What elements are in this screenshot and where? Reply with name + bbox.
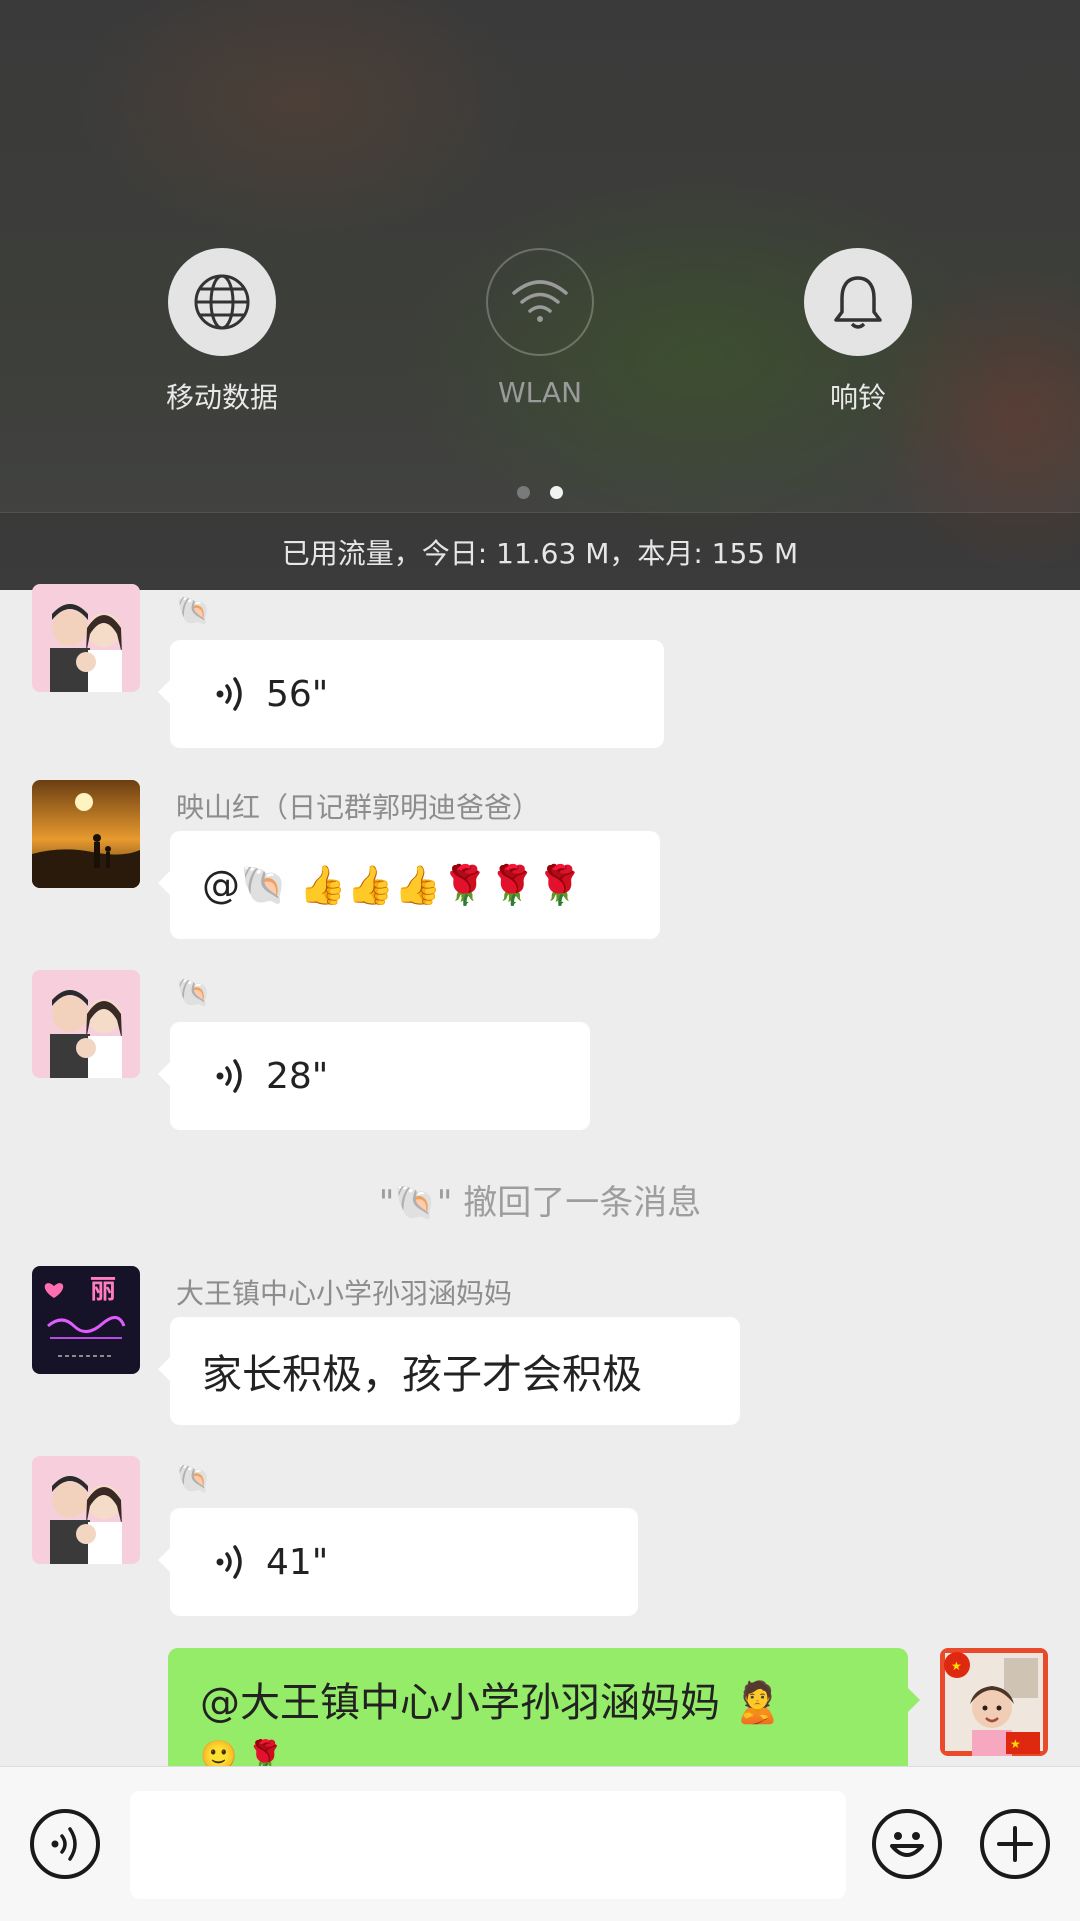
message-text: @🐚 👍👍👍🌹🌹🌹 — [202, 862, 584, 907]
voice-duration: 28" — [266, 1055, 329, 1097]
globe-icon — [168, 248, 276, 356]
message-input[interactable] — [130, 1791, 846, 1899]
voice-icon — [51, 1827, 77, 1861]
voice-input-button[interactable] — [30, 1809, 100, 1879]
qs-label-wlan: WLAN — [497, 376, 583, 409]
avatar-neon-sign[interactable]: 丽 — [32, 1266, 140, 1374]
qs-label-ringer: 响铃 — [829, 381, 886, 414]
svg-text:丽: 丽 — [90, 1275, 116, 1305]
avatar-self-child[interactable]: ★ ★ — [940, 1648, 1048, 1756]
avatar-couple[interactable] — [32, 584, 140, 692]
voice-message-bubble[interactable]: 28" — [158, 1022, 590, 1130]
voice-wave-icon — [216, 1545, 242, 1579]
voice-message-bubble[interactable]: 41" — [158, 1508, 638, 1616]
data-usage-text: 已用流量，今日: 11.63 M，本月: 155 M — [281, 537, 799, 570]
voice-wave-icon — [216, 1059, 242, 1093]
data-usage-bar: 已用流量，今日: 11.63 M，本月: 155 M — [0, 512, 1080, 590]
avatar-sunset[interactable] — [32, 780, 140, 888]
page-indicator — [0, 484, 1080, 503]
message-text: @大王镇中心小学孙羽涵妈妈 🙎 — [200, 1680, 783, 1726]
avatar-couple[interactable] — [32, 1456, 140, 1564]
voice-wave-icon — [216, 677, 242, 711]
message-text: 家长积极，孩子才会积极 — [202, 1352, 642, 1398]
page-dot-2 — [550, 486, 563, 499]
bell-icon — [804, 248, 912, 356]
avatar-couple[interactable] — [32, 970, 140, 1078]
qs-tile-wlan[interactable]: WLAN — [460, 248, 620, 409]
page-dot-1 — [517, 486, 530, 499]
emoji-icon — [890, 1832, 924, 1857]
wifi-icon — [486, 248, 594, 356]
sender-name: 🐚 — [176, 594, 211, 627]
qs-tile-mobile-data[interactable]: 移动数据 — [142, 248, 302, 416]
sender-name: 大王镇中心小学孙羽涵妈妈 — [176, 1277, 513, 1310]
voice-duration: 56" — [266, 673, 329, 715]
svg-text:★: ★ — [951, 1659, 962, 1673]
recall-notice: "🐚" 撤回了一条消息 — [378, 1183, 702, 1223]
sender-name: 映山红（日记群郭明迪爸爸） — [176, 791, 541, 824]
text-message-bubble[interactable]: @🐚 👍👍👍🌹🌹🌹 — [158, 831, 660, 939]
emoji-button[interactable] — [872, 1809, 942, 1879]
chat-input-bar — [0, 1766, 1080, 1921]
qs-label-mobile-data: 移动数据 — [165, 381, 278, 414]
sender-name: 🐚 — [176, 1462, 211, 1495]
voice-message-bubble[interactable]: 56" — [158, 640, 664, 748]
notification-shade: 移动数据 WLAN 响铃 已用流量，今日: 11.63 M，本月: 155 M — [0, 0, 1080, 590]
voice-duration: 41" — [266, 1541, 329, 1583]
text-message-bubble[interactable]: 家长积极，孩子才会积极 — [158, 1317, 740, 1425]
svg-text:★: ★ — [1010, 1737, 1021, 1751]
plus-icon — [997, 1826, 1033, 1862]
sender-name: 🐚 — [176, 976, 211, 1009]
more-options-button[interactable] — [980, 1809, 1050, 1879]
qs-tile-ringer[interactable]: 响铃 — [778, 248, 938, 416]
